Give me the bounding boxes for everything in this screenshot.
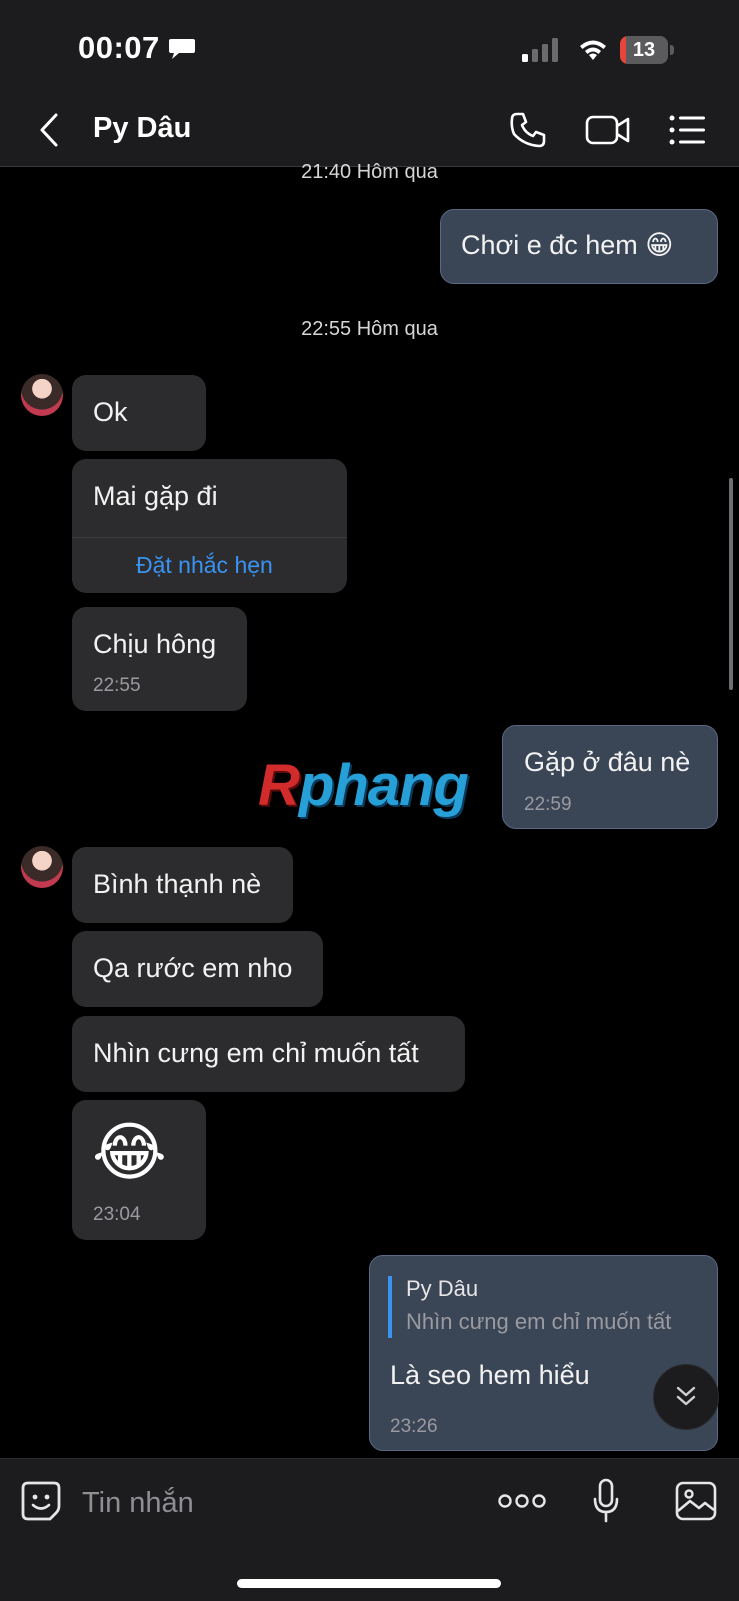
phone-icon[interactable]	[508, 110, 548, 150]
message-text: Mai gặp đi	[93, 481, 218, 511]
timestamp-divider: 21:40 Hôm qua	[301, 161, 438, 183]
status-time: 00:07	[78, 30, 160, 65]
message-text: Nhìn cưng em chỉ muốn tất	[93, 1038, 419, 1068]
timestamp-divider: 22:55 Hôm qua	[301, 318, 438, 340]
list-menu-icon[interactable]	[668, 113, 706, 147]
message-text: Là seo hem hiểu	[390, 1360, 590, 1390]
message-text: Bình thạnh nè	[93, 869, 262, 899]
home-indicator[interactable]	[237, 1579, 501, 1588]
incoming-message[interactable]: 😂 23:04	[72, 1100, 206, 1240]
battery-level: 13	[632, 39, 656, 61]
message-text: Ok	[93, 397, 128, 427]
double-chevron-down-icon	[676, 1386, 696, 1406]
avatar[interactable]	[21, 846, 63, 888]
incoming-message[interactable]: Mai gặp đi Đặt nhắc hẹn	[72, 459, 347, 593]
message-text: Chịu hông	[93, 629, 217, 659]
incoming-message[interactable]: Ok	[72, 375, 206, 451]
scroll-to-bottom-button[interactable]	[653, 1364, 719, 1430]
message-time: 22:59	[524, 794, 572, 815]
gallery-icon[interactable]	[675, 1481, 717, 1521]
laughing-emoji: 😂	[92, 1116, 167, 1188]
message-input[interactable]	[80, 1480, 464, 1526]
outgoing-message[interactable]: Gặp ở đâu nè 22:59	[502, 725, 718, 829]
wifi-icon	[580, 40, 606, 60]
quote-bar	[388, 1276, 392, 1338]
sticker-icon[interactable]	[20, 1480, 62, 1522]
incoming-message[interactable]: Bình thạnh nè	[72, 847, 293, 923]
more-options-icon[interactable]	[498, 1493, 546, 1509]
set-reminder-link[interactable]: Đặt nhắc hẹn	[136, 552, 273, 579]
back-chevron-icon[interactable]	[36, 112, 62, 148]
microphone-icon[interactable]	[592, 1478, 620, 1524]
incoming-message[interactable]: Qa rước em nho	[72, 931, 323, 1007]
incoming-message[interactable]: Nhìn cưng em chỉ muốn tất	[72, 1016, 465, 1092]
message-time: 23:26	[390, 1416, 438, 1437]
message-text: Qa rước em nho	[93, 953, 293, 983]
scrollbar[interactable]	[729, 478, 733, 690]
battery-icon: 13	[620, 36, 674, 64]
message-text: Chơi e đc hem 😁	[461, 230, 674, 260]
video-call-icon[interactable]	[585, 113, 631, 147]
cellular-signal-icon	[522, 38, 558, 62]
quoted-text: Nhìn cưng em chỉ muốn tất	[406, 1309, 672, 1334]
message-text: Gặp ở đâu nè	[524, 747, 691, 777]
watermark-logo: Rphang	[258, 753, 469, 818]
quoted-sender: Py Dâu	[406, 1276, 479, 1301]
message-time: 22:55	[93, 675, 141, 696]
outgoing-message[interactable]: Chơi e đc hem 😁	[440, 209, 718, 284]
chat-bubble-icon	[169, 39, 195, 59]
contact-name[interactable]: Py Dâu	[93, 112, 191, 145]
message-time: 23:04	[93, 1204, 141, 1225]
incoming-message[interactable]: Chịu hông 22:55	[72, 607, 247, 711]
avatar[interactable]	[21, 374, 63, 416]
